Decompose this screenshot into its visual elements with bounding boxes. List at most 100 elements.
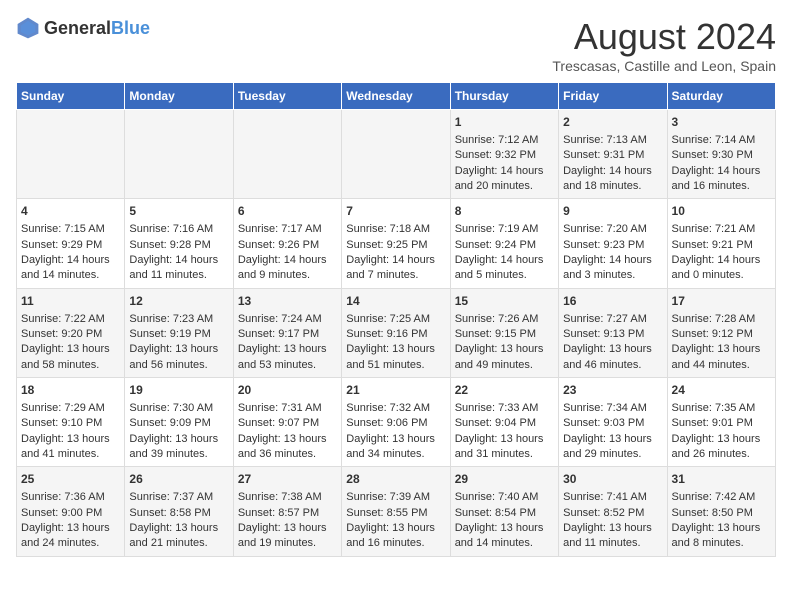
day-number: 12 bbox=[129, 293, 228, 310]
calendar-cell: 9Sunrise: 7:20 AMSunset: 9:23 PMDaylight… bbox=[559, 199, 667, 288]
day-info: Sunrise: 7:15 AM bbox=[21, 222, 120, 237]
header: GeneralBlue August 2024 Trescasas, Casti… bbox=[16, 16, 776, 74]
day-number: 21 bbox=[346, 382, 445, 399]
calendar-cell: 13Sunrise: 7:24 AMSunset: 9:17 PMDayligh… bbox=[233, 288, 341, 377]
day-info: Daylight: 14 hours and 3 minutes. bbox=[563, 253, 662, 284]
calendar-cell: 21Sunrise: 7:32 AMSunset: 9:06 PMDayligh… bbox=[342, 378, 450, 467]
day-info: Daylight: 14 hours and 0 minutes. bbox=[672, 253, 771, 284]
day-info: Sunset: 8:52 PM bbox=[563, 506, 662, 521]
calendar-cell: 18Sunrise: 7:29 AMSunset: 9:10 PMDayligh… bbox=[17, 378, 125, 467]
calendar-cell: 10Sunrise: 7:21 AMSunset: 9:21 PMDayligh… bbox=[667, 199, 775, 288]
day-info: Sunset: 9:28 PM bbox=[129, 238, 228, 253]
calendar-header-row: SundayMondayTuesdayWednesdayThursdayFrid… bbox=[17, 83, 776, 110]
calendar-week-row: 25Sunrise: 7:36 AMSunset: 9:00 PMDayligh… bbox=[17, 467, 776, 556]
day-info: Sunrise: 7:34 AM bbox=[563, 401, 662, 416]
day-info: Daylight: 13 hours and 51 minutes. bbox=[346, 342, 445, 373]
day-number: 17 bbox=[672, 293, 771, 310]
day-info: Sunset: 9:01 PM bbox=[672, 416, 771, 431]
calendar-week-row: 11Sunrise: 7:22 AMSunset: 9:20 PMDayligh… bbox=[17, 288, 776, 377]
day-info: Sunset: 9:20 PM bbox=[21, 327, 120, 342]
day-info: Daylight: 14 hours and 11 minutes. bbox=[129, 253, 228, 284]
day-info: Daylight: 13 hours and 14 minutes. bbox=[455, 521, 554, 552]
calendar-cell: 3Sunrise: 7:14 AMSunset: 9:30 PMDaylight… bbox=[667, 110, 775, 199]
day-info: Sunset: 8:54 PM bbox=[455, 506, 554, 521]
day-info: Daylight: 13 hours and 19 minutes. bbox=[238, 521, 337, 552]
day-number: 2 bbox=[563, 114, 662, 131]
day-info: Sunrise: 7:12 AM bbox=[455, 133, 554, 148]
calendar-cell: 8Sunrise: 7:19 AMSunset: 9:24 PMDaylight… bbox=[450, 199, 558, 288]
day-number: 16 bbox=[563, 293, 662, 310]
logo-icon bbox=[16, 16, 40, 40]
day-info: Daylight: 13 hours and 8 minutes. bbox=[672, 521, 771, 552]
day-info: Daylight: 13 hours and 41 minutes. bbox=[21, 432, 120, 463]
day-info: Sunset: 9:09 PM bbox=[129, 416, 228, 431]
day-number: 11 bbox=[21, 293, 120, 310]
day-number: 5 bbox=[129, 203, 228, 220]
day-info: Sunrise: 7:41 AM bbox=[563, 490, 662, 505]
title-area: August 2024 Trescasas, Castille and Leon… bbox=[552, 16, 776, 74]
day-info: Sunset: 9:04 PM bbox=[455, 416, 554, 431]
day-info: Daylight: 14 hours and 14 minutes. bbox=[21, 253, 120, 284]
day-info: Sunrise: 7:38 AM bbox=[238, 490, 337, 505]
day-number: 15 bbox=[455, 293, 554, 310]
calendar-cell: 14Sunrise: 7:25 AMSunset: 9:16 PMDayligh… bbox=[342, 288, 450, 377]
calendar-cell: 30Sunrise: 7:41 AMSunset: 8:52 PMDayligh… bbox=[559, 467, 667, 556]
day-info: Daylight: 14 hours and 9 minutes. bbox=[238, 253, 337, 284]
day-info: Sunrise: 7:37 AM bbox=[129, 490, 228, 505]
day-info: Daylight: 13 hours and 36 minutes. bbox=[238, 432, 337, 463]
day-number: 30 bbox=[563, 471, 662, 488]
day-info: Sunset: 9:12 PM bbox=[672, 327, 771, 342]
day-info: Sunrise: 7:30 AM bbox=[129, 401, 228, 416]
day-info: Sunrise: 7:23 AM bbox=[129, 312, 228, 327]
day-info: Sunrise: 7:19 AM bbox=[455, 222, 554, 237]
calendar-cell: 28Sunrise: 7:39 AMSunset: 8:55 PMDayligh… bbox=[342, 467, 450, 556]
day-info: Daylight: 13 hours and 16 minutes. bbox=[346, 521, 445, 552]
day-info: Sunset: 8:55 PM bbox=[346, 506, 445, 521]
day-number: 25 bbox=[21, 471, 120, 488]
calendar-cell: 6Sunrise: 7:17 AMSunset: 9:26 PMDaylight… bbox=[233, 199, 341, 288]
day-info: Sunrise: 7:32 AM bbox=[346, 401, 445, 416]
day-info: Sunrise: 7:33 AM bbox=[455, 401, 554, 416]
day-number: 14 bbox=[346, 293, 445, 310]
day-header-saturday: Saturday bbox=[667, 83, 775, 110]
day-number: 8 bbox=[455, 203, 554, 220]
calendar-cell bbox=[233, 110, 341, 199]
day-info: Daylight: 13 hours and 31 minutes. bbox=[455, 432, 554, 463]
day-number: 27 bbox=[238, 471, 337, 488]
day-info: Sunrise: 7:28 AM bbox=[672, 312, 771, 327]
logo-general: General bbox=[44, 18, 111, 38]
day-info: Sunset: 9:17 PM bbox=[238, 327, 337, 342]
day-number: 29 bbox=[455, 471, 554, 488]
day-info: Daylight: 13 hours and 39 minutes. bbox=[129, 432, 228, 463]
day-info: Daylight: 13 hours and 29 minutes. bbox=[563, 432, 662, 463]
day-info: Sunset: 9:15 PM bbox=[455, 327, 554, 342]
day-number: 20 bbox=[238, 382, 337, 399]
logo: GeneralBlue bbox=[16, 16, 150, 40]
calendar-cell: 1Sunrise: 7:12 AMSunset: 9:32 PMDaylight… bbox=[450, 110, 558, 199]
calendar-week-row: 4Sunrise: 7:15 AMSunset: 9:29 PMDaylight… bbox=[17, 199, 776, 288]
day-info: Sunset: 9:19 PM bbox=[129, 327, 228, 342]
day-header-friday: Friday bbox=[559, 83, 667, 110]
calendar-cell: 24Sunrise: 7:35 AMSunset: 9:01 PMDayligh… bbox=[667, 378, 775, 467]
day-header-wednesday: Wednesday bbox=[342, 83, 450, 110]
day-info: Sunrise: 7:35 AM bbox=[672, 401, 771, 416]
calendar-cell: 5Sunrise: 7:16 AMSunset: 9:28 PMDaylight… bbox=[125, 199, 233, 288]
calendar-cell: 20Sunrise: 7:31 AMSunset: 9:07 PMDayligh… bbox=[233, 378, 341, 467]
day-info: Daylight: 13 hours and 24 minutes. bbox=[21, 521, 120, 552]
day-info: Sunrise: 7:42 AM bbox=[672, 490, 771, 505]
day-info: Sunset: 9:07 PM bbox=[238, 416, 337, 431]
day-info: Sunset: 8:50 PM bbox=[672, 506, 771, 521]
day-info: Sunset: 9:26 PM bbox=[238, 238, 337, 253]
calendar-cell: 12 Sunrise: 7:23 AMSunset: 9:19 PMDayligh… bbox=[125, 288, 233, 377]
day-info: Daylight: 13 hours and 53 minutes. bbox=[238, 342, 337, 373]
calendar-cell: 11Sunrise: 7:22 AMSunset: 9:20 PMDayligh… bbox=[17, 288, 125, 377]
day-info: Sunrise: 7:25 AM bbox=[346, 312, 445, 327]
day-info: Sunrise: 7:26 AM bbox=[455, 312, 554, 327]
day-number: 3 bbox=[672, 114, 771, 131]
day-info: Daylight: 14 hours and 20 minutes. bbox=[455, 164, 554, 195]
day-info: Sunset: 9:10 PM bbox=[21, 416, 120, 431]
day-info: Daylight: 13 hours and 56 minutes. bbox=[129, 342, 228, 373]
day-info: Daylight: 13 hours and 46 minutes. bbox=[563, 342, 662, 373]
day-number: 1 bbox=[455, 114, 554, 131]
calendar-cell: 17Sunrise: 7:28 AMSunset: 9:12 PMDayligh… bbox=[667, 288, 775, 377]
